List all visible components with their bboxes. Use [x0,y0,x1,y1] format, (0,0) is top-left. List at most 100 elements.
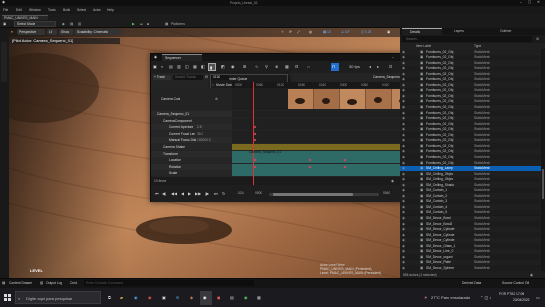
seq-eye-icon[interactable]: ◉ [391,179,394,183]
keyframe[interactable] [253,138,257,142]
track-row[interactable]: Camera Shake [151,144,232,150]
save-sequence-icon[interactable]: ▣ [153,64,157,69]
outliner-scrollbar[interactable] [541,49,545,271]
visibility-eye-icon[interactable]: ◉ [402,199,405,203]
tab-details[interactable]: Details [402,28,442,35]
magnet-icon[interactable]: ∩ [307,64,310,69]
track-row[interactable]: Manual Focus Dist 100000.0 [151,137,232,144]
level-tab[interactable]: PMAC_UNIVES_MAIN [2,15,48,20]
skip-icon[interactable]: ⏭ [140,22,143,26]
notifications-icon[interactable]: ▭ [536,295,540,300]
render-movie-button[interactable]: ▮ [208,63,216,71]
visibility-eye-icon[interactable]: ◉ [402,177,405,181]
content-icon[interactable]: ◆ [62,22,65,26]
visibility-eye-icon[interactable]: ◉ [402,127,405,131]
track-lane[interactable] [232,137,416,144]
cmd-selector[interactable]: Cmd [70,281,77,285]
visibility-eye-icon[interactable]: ◉ [402,155,405,159]
visibility-eye-icon[interactable]: ◉ [402,66,405,70]
visibility-eye-icon[interactable]: ◉ [402,116,405,120]
track-filter-icon[interactable]: ⊟ [205,75,208,79]
outliner-settings-icon[interactable]: ⚙ [536,37,539,41]
playhead-line[interactable] [253,82,254,185]
clock-date[interactable]: 23/04/2022 [513,298,530,302]
camera-speed-icon[interactable]: ▣ [387,30,390,34]
filter-icon[interactable]: ⊟ [295,64,298,69]
visibility-eye-icon[interactable]: ◉ [402,161,405,165]
sequencer-tab[interactable]: Sequencer [162,54,202,61]
search-tracks-field[interactable]: Search Tracks [173,75,203,80]
step-forward-icon[interactable]: ▸ [377,64,379,69]
output-log-button[interactable]: Output Log [46,281,62,285]
actions-icon[interactable]: ▦ [193,64,197,69]
keyframe[interactable] [253,158,257,162]
visibility-eye-icon[interactable]: ◉ [402,138,405,142]
app-icon-1[interactable]: ◆ [190,295,193,300]
weather-icon[interactable]: ☀ [424,295,428,300]
store-icon[interactable]: ▣ [162,295,166,300]
timeline-scrollbar[interactable] [269,193,379,196]
visibility-eye-icon[interactable]: ◉ [402,50,405,54]
track-value[interactable]: 2.8 [197,125,202,129]
track-row[interactable]: Current Focal Len 35.0 [151,130,232,137]
grid-icon[interactable]: ▦ [285,64,289,69]
visibility-eye-icon[interactable]: ◉ [402,166,405,170]
rotate-icon[interactable]: ⟳ [289,30,292,34]
visibility-eye-icon[interactable]: ◉ [402,255,405,259]
outliner-scroll-thumb[interactable] [542,169,544,199]
snap-icon[interactable]: ⊞ [243,64,246,69]
track-value[interactable]: 100000.0 [197,138,211,142]
play-icon[interactable]: ▶ [132,22,135,26]
visibility-eye-icon[interactable]: ◉ [402,210,405,214]
blueprint-icon[interactable]: ▤ [70,22,73,26]
close-icon[interactable]: ✕ [537,0,540,4]
step-back-frame-icon[interactable]: ◀◀ [171,191,177,196]
select-mode-button[interactable]: Select Mode [14,21,56,27]
visibility-eye-icon[interactable]: ◉ [402,77,405,81]
play-reverse-icon[interactable]: ◀ [181,191,184,196]
track-row[interactable]: Scale [151,170,232,177]
visibility-eye-icon[interactable]: ◉ [402,238,405,242]
keyframe[interactable] [343,165,347,169]
taskbar-search-field[interactable]: ⌕ Digite aqui para pesquisar [15,291,101,304]
add-track-button[interactable]: + Track [153,75,171,80]
menu-select[interactable]: Select [77,8,86,12]
show-button[interactable]: Show [59,29,73,35]
visibility-eye-icon[interactable]: ◉ [402,244,405,248]
visibility-eye-icon[interactable]: ◉ [402,266,405,270]
track-lane[interactable] [232,124,416,131]
keyframe[interactable] [343,158,347,162]
tab-layers[interactable]: Layers [444,28,488,35]
track-row[interactable]: Camera_Sequenc_01 [151,111,232,117]
keyframe[interactable] [253,132,257,136]
visibility-eye-icon[interactable]: ◉ [402,133,405,137]
language-label[interactable]: POR PTB2 [499,292,515,296]
angle-snap-icon[interactable]: ∠ 10° [341,30,350,34]
track-lane[interactable] [232,111,416,117]
step-forward-frame-icon[interactable]: ▶▶ [195,191,201,196]
visibility-eye-icon[interactable]: ◉ [402,194,405,198]
fps-label[interactable]: 30 fps [349,64,360,69]
visibility-eye-icon[interactable]: ◉ [402,172,405,176]
content-drawer-button[interactable]: Content Drawer [9,281,32,285]
mail-icon[interactable]: ✉ [176,295,179,300]
cinematics-icon[interactable]: ▥ [78,22,81,26]
app-icon-3[interactable]: ▤ [230,295,234,300]
track-lane[interactable] [232,163,416,170]
lock-icon[interactable]: ⊡ [389,64,392,69]
source-control-button[interactable]: Source Control Off [502,281,529,285]
scale-snap-icon[interactable]: ◰ 0.25 [361,30,371,34]
menu-tools[interactable]: Tools [48,8,56,12]
edge-icon[interactable]: ◉ [134,295,138,300]
visibility-eye-icon[interactable]: ◉ [402,94,405,98]
visibility-eye-icon[interactable]: ◉ [402,216,405,220]
col-item-label[interactable]: Item Label [416,44,431,48]
minimize-icon[interactable]: – [520,0,522,4]
track-lane[interactable] [232,157,416,164]
track-row[interactable]: CameraComponent [151,117,232,124]
track-row[interactable]: Location [151,157,232,164]
visibility-eye-icon[interactable]: ◉ [402,72,405,76]
tray-icons[interactable]: ⌃ ◫ ♪ [480,295,491,300]
playback-options-icon[interactable]: ▥ [177,64,181,69]
app-icon-4[interactable]: ◉ [244,295,248,300]
